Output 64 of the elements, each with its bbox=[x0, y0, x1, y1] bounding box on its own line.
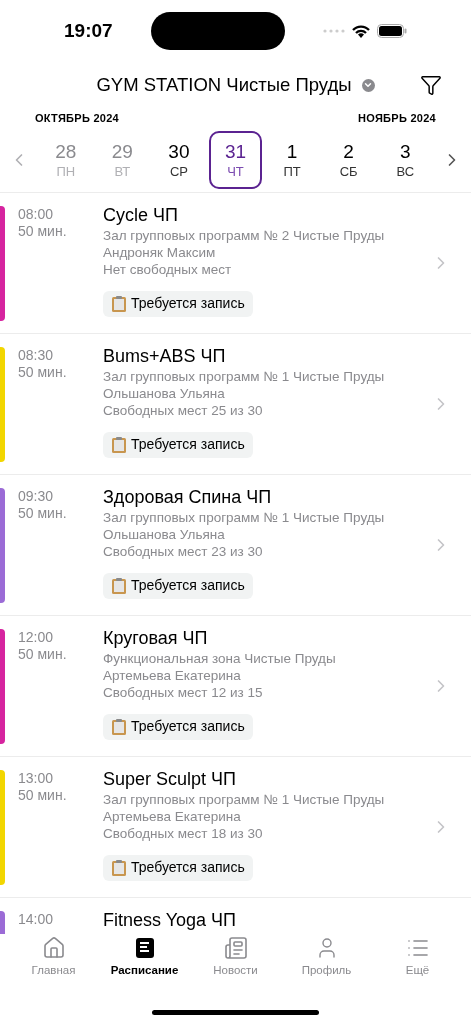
tab-bar-item[interactable]: Новости bbox=[195, 935, 276, 979]
room-name: Зал групповых программ № 1 Чистые Пруды bbox=[103, 508, 386, 526]
gym-title[interactable]: GYM STATION Чистые Пруды bbox=[96, 71, 352, 99]
day-button[interactable]: 2 СБ bbox=[321, 131, 376, 189]
filter-icon[interactable] bbox=[420, 74, 442, 96]
room-name: Зал групповых программ № 1 Чистые Пруды bbox=[103, 367, 386, 385]
spots-text: Нет свободных мест bbox=[103, 260, 233, 278]
signal-icon bbox=[323, 29, 345, 33]
duration: 50 мин. bbox=[18, 786, 68, 804]
class-title: Здоровая Спина ЧП bbox=[103, 485, 273, 509]
room-name: Зал групповых программ № 2 Чистые Пруды bbox=[103, 226, 386, 244]
home-icon bbox=[41, 935, 66, 960]
duration: 50 мин. bbox=[18, 504, 68, 522]
clipboard-icon bbox=[111, 576, 127, 595]
tab-bar-item[interactable]: Главная bbox=[13, 935, 94, 979]
battery-icon bbox=[377, 24, 407, 38]
clipboard-icon bbox=[111, 294, 127, 313]
trainer-name: Артемьева Екатерина bbox=[103, 807, 242, 825]
class-title: Bums+ABS ЧП bbox=[103, 344, 227, 368]
status-time: 19:07 bbox=[64, 18, 113, 43]
duration: 50 мин. bbox=[18, 363, 68, 381]
spots-text: Свободных мест 12 из 15 bbox=[103, 683, 264, 701]
start-time: 09:30 bbox=[18, 487, 55, 505]
start-time: 14:00 bbox=[18, 910, 55, 928]
tag-label: Требуется запись bbox=[131, 717, 245, 736]
day-button[interactable]: 29 ВТ bbox=[95, 131, 150, 189]
duration: 50 мин. bbox=[18, 222, 68, 240]
trainer-name: Ольшанова Ульяна bbox=[103, 525, 226, 543]
day-button[interactable]: 30 СР bbox=[152, 131, 206, 189]
spots-text: Свободных мест 25 из 30 bbox=[103, 401, 264, 419]
tag-label: Требуется запись bbox=[131, 435, 245, 454]
newspaper-icon bbox=[223, 935, 248, 960]
class-title: Круговая ЧП bbox=[103, 626, 209, 650]
wifi-icon bbox=[351, 23, 371, 39]
trainer-name: Артемьева Екатерина bbox=[103, 666, 242, 684]
tab-bar-item[interactable]: Расписание bbox=[104, 935, 185, 979]
room-name: Зал групповых программ № 1 Чистые Пруды bbox=[103, 790, 386, 808]
tag-label: Требуется запись bbox=[131, 576, 245, 595]
clipboard-icon bbox=[111, 717, 127, 736]
tag-label: Требуется запись bbox=[131, 294, 245, 313]
duration: 50 мин. bbox=[18, 645, 68, 663]
start-time: 12:00 bbox=[18, 628, 55, 646]
month-label: ОКТЯБРЬ 2024 bbox=[35, 111, 119, 126]
class-title: Fitness Yoga ЧП bbox=[103, 908, 237, 932]
day-button[interactable]: 3 ВС bbox=[378, 131, 432, 189]
day-button[interactable]: 1 ПТ bbox=[265, 131, 319, 189]
spots-text: Свободных мест 23 из 30 bbox=[103, 542, 264, 560]
start-time: 08:00 bbox=[18, 205, 55, 223]
tab-bar-item[interactable]: Профиль bbox=[286, 935, 367, 979]
class-title: Super Sculpt ЧП bbox=[103, 767, 237, 791]
start-time: 08:30 bbox=[18, 346, 55, 364]
dropdown-icon[interactable] bbox=[361, 78, 375, 92]
start-time: 13:00 bbox=[18, 769, 55, 787]
tab-bar-item[interactable]: Ещё bbox=[377, 935, 458, 979]
class-title: Cycle ЧП bbox=[103, 203, 179, 227]
trainer-name: Ольшанова Ульяна bbox=[103, 384, 226, 402]
clipboard-icon bbox=[111, 435, 127, 454]
trainer-name: Андроняк Максим bbox=[103, 243, 217, 261]
day-button[interactable]: 31 ЧТ bbox=[208, 131, 263, 189]
spots-text: Свободных мест 18 из 30 bbox=[103, 824, 264, 842]
tag-label: Требуется запись bbox=[131, 858, 245, 877]
clipboard-icon bbox=[111, 858, 127, 877]
room-name: Функциональная зона Чистые Пруды bbox=[103, 649, 337, 667]
month-label: НОЯБРЬ 2024 bbox=[358, 111, 436, 126]
